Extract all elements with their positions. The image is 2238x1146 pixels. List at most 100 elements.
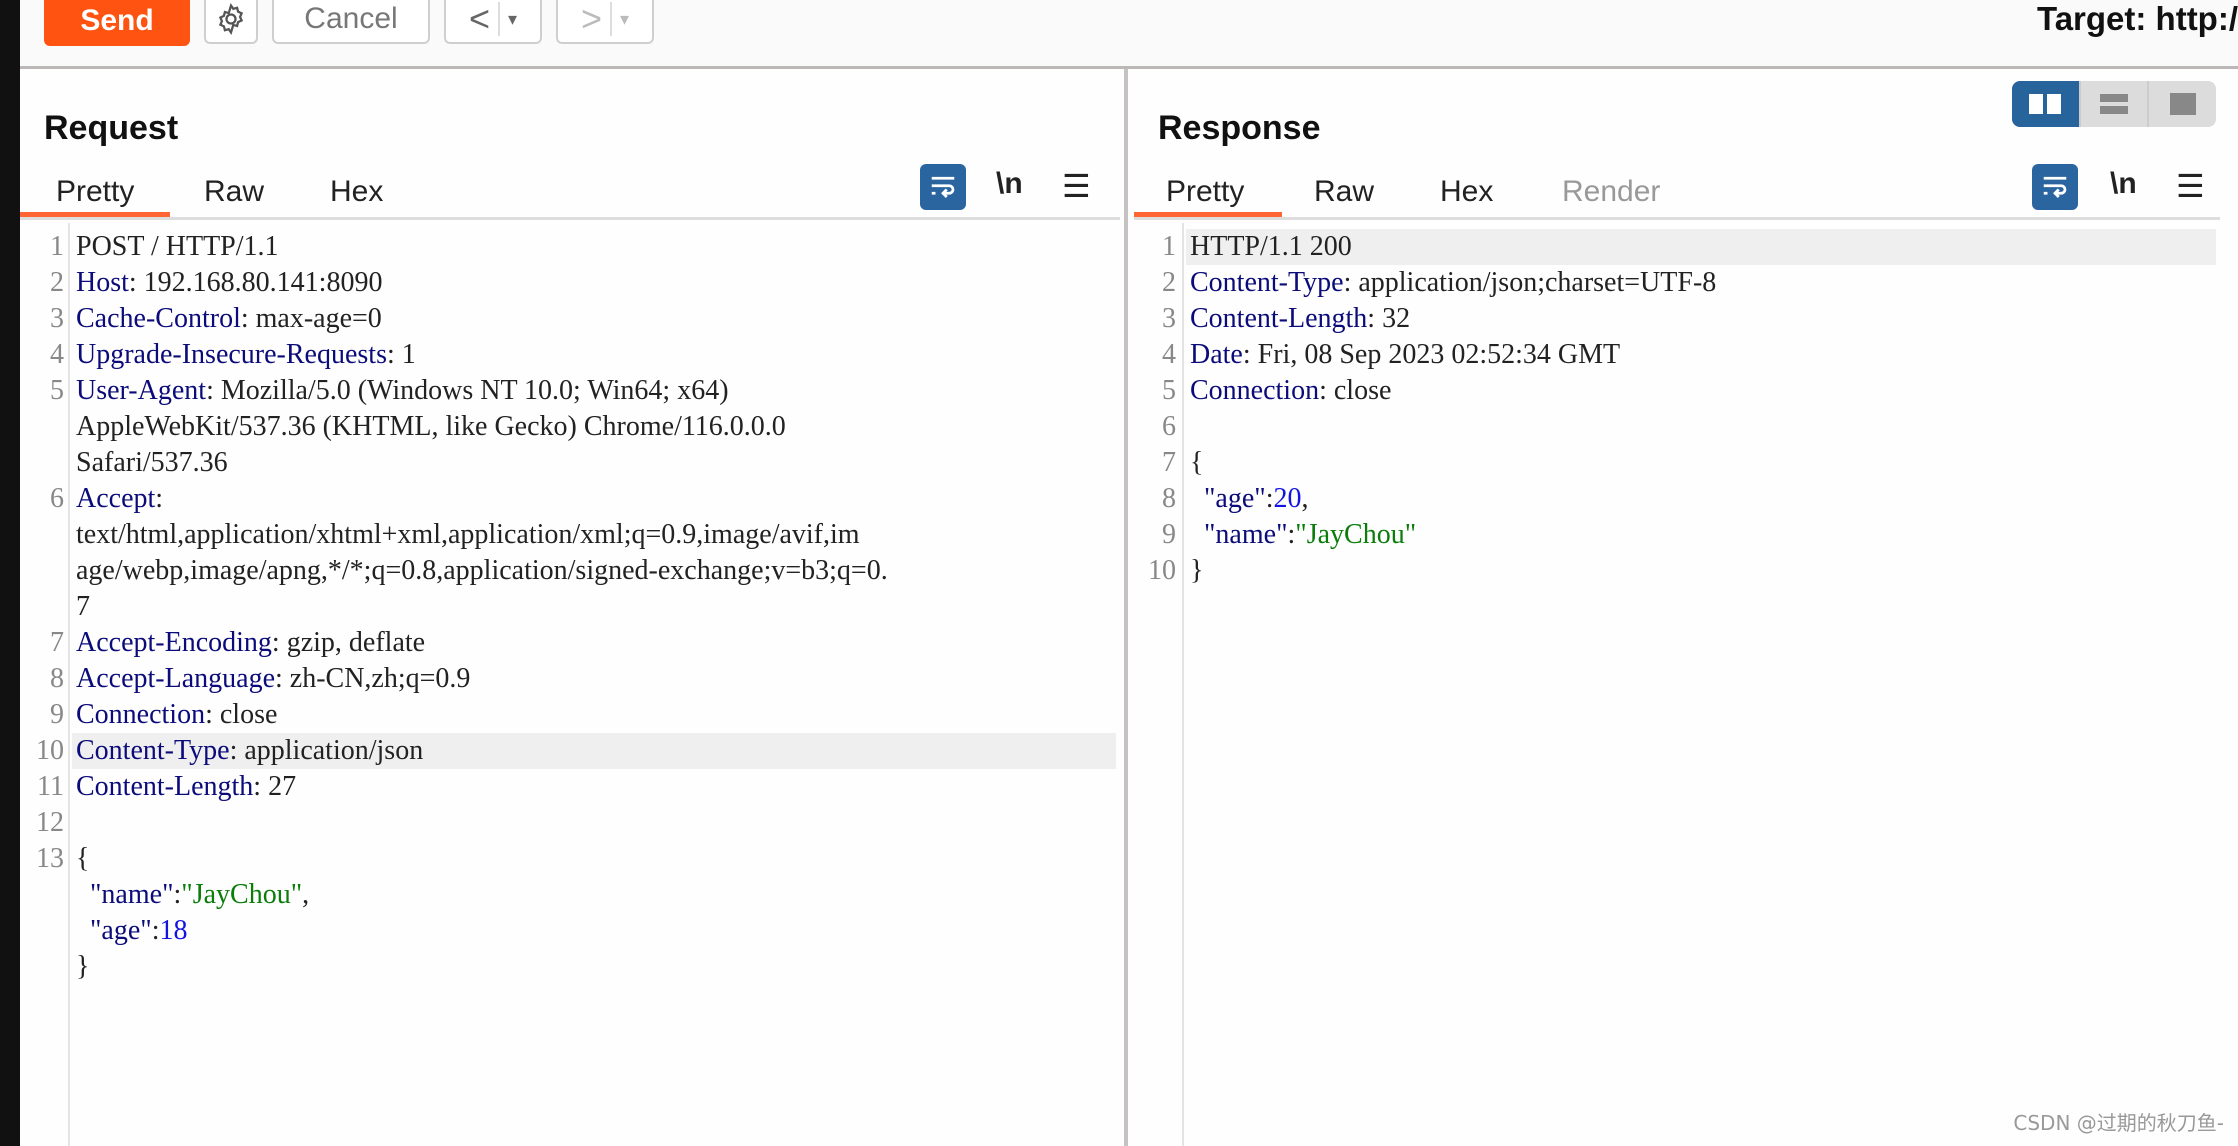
response-editor[interactable]: 1 HTTP/1.1 200 2 Content-Type: application/… (1128, 223, 2238, 1146)
code-key: "age" (1204, 483, 1266, 514)
word-wrap-toggle[interactable] (2032, 164, 2078, 210)
newline-toggle[interactable]: \n (2110, 167, 2137, 201)
code-number: 20 (1273, 483, 1302, 514)
code-key: Content-Length (1190, 303, 1368, 334)
code-key: User-Agent (76, 375, 207, 406)
code-text: } (1190, 555, 1204, 586)
code-text: : (1265, 483, 1274, 514)
code-text: : gzip, deflate (271, 627, 426, 658)
line-number: 13 (36, 843, 64, 874)
code-line: { (76, 841, 89, 877)
request-editor[interactable]: 1 POST / HTTP/1.1 2 Host: 192.168.80.141:80… (20, 223, 1124, 1146)
line-number: 7 (1162, 447, 1176, 478)
code-line: Connection: close (76, 697, 277, 733)
hamburger-menu-icon[interactable]: ☰ (2176, 167, 2205, 205)
tabs-divider (1134, 217, 2220, 220)
tab-render[interactable]: Render (1562, 169, 1660, 215)
separator (609, 2, 612, 36)
code-key: Date (1190, 339, 1243, 370)
code-text: : max-age=0 (240, 303, 382, 334)
code-text: text/html,application/xhtml+xml,applicat… (76, 519, 860, 550)
code-line: Accept-Encoding: gzip, deflate (76, 625, 425, 661)
cancel-label: Cancel (304, 2, 398, 35)
tab-pretty[interactable]: Pretty (56, 169, 134, 215)
line-number: 6 (50, 483, 64, 514)
line-number: 4 (1162, 339, 1176, 370)
word-wrap-icon (931, 176, 955, 198)
code-line: text/html,application/xhtml+xml,applicat… (76, 517, 860, 553)
layout-side-by-side-button[interactable] (2012, 81, 2081, 127)
layout-top-bottom-button[interactable] (2081, 81, 2150, 127)
toolbar: Send Cancel < ▾ > ▾ Target: http:/ (20, 0, 2238, 69)
chevron-right-icon: > (580, 0, 602, 39)
code-text: Safari/537.36 (76, 447, 228, 478)
line-number: 3 (50, 303, 64, 334)
code-key: Content-Type (76, 735, 230, 766)
tab-raw[interactable]: Raw (1314, 169, 1374, 215)
request-title: Request (44, 109, 179, 147)
hamburger-menu-icon[interactable]: ☰ (1062, 167, 1091, 205)
code-text: : 32 (1367, 303, 1411, 334)
code-line: Host: 192.168.80.141:8090 (76, 265, 382, 301)
code-line: "age":20, (1190, 481, 1309, 517)
code-line: Connection: close (1190, 373, 1391, 409)
tab-pretty[interactable]: Pretty (1166, 169, 1244, 215)
code-text: , (1301, 483, 1309, 514)
code-line: Accept: (76, 481, 163, 517)
code-key: "name" (90, 879, 174, 910)
line-number: 8 (50, 663, 64, 694)
send-button[interactable]: Send (44, 0, 190, 46)
code-line: User-Agent: Mozilla/5.0 (Windows NT 10.0… (76, 373, 729, 409)
code-key: Accept-Encoding (76, 627, 272, 658)
code-number: 18 (159, 915, 188, 946)
code-line: Cache-Control: max-age=0 (76, 301, 382, 337)
tab-hex[interactable]: Hex (1440, 169, 1493, 215)
dropdown-caret-icon[interactable]: ▾ (620, 9, 629, 30)
line-number: 4 (50, 339, 64, 370)
line-number: 10 (1148, 555, 1176, 586)
line-number: 1 (1162, 231, 1176, 262)
line-number: 9 (1162, 519, 1176, 550)
newline-toggle[interactable]: \n (996, 167, 1023, 201)
code-text: 7 (76, 591, 90, 622)
cancel-button[interactable]: Cancel (272, 0, 430, 44)
code-key: "age" (90, 915, 152, 946)
code-text: : close (205, 699, 278, 730)
code-text: : 192.168.80.141:8090 (128, 267, 383, 298)
forward-button[interactable]: > ▾ (556, 0, 654, 44)
settings-button[interactable] (204, 0, 258, 44)
window-edge (0, 0, 20, 1146)
back-button[interactable]: < ▾ (444, 0, 542, 44)
tabs-divider (20, 217, 1120, 220)
code-line: Content-Type: application/json (76, 733, 423, 769)
code-text: : (151, 915, 160, 946)
chevron-left-icon: < (468, 0, 490, 39)
response-title: Response (1158, 109, 1321, 147)
code-line: Content-Length: 27 (76, 769, 296, 805)
code-text: : 1 (386, 339, 416, 370)
line-number: 10 (36, 735, 64, 766)
code-line: "age":18 (76, 913, 188, 949)
code-text: age/webp,image/apng,*/*;q=0.8,applicatio… (76, 555, 888, 586)
code-text: : application/json;charset=UTF-8 (1343, 267, 1717, 298)
dropdown-caret-icon[interactable]: ▾ (508, 9, 517, 30)
code-line: 7 (76, 589, 90, 625)
columns-icon (2029, 94, 2062, 114)
word-wrap-icon (2043, 176, 2067, 198)
code-text: : (155, 483, 164, 514)
line-number: 1 (50, 231, 64, 262)
tab-hex[interactable]: Hex (330, 169, 383, 215)
target-label[interactable]: Target: http:/ (2037, 0, 2238, 38)
code-text: { (76, 843, 90, 874)
code-line: { (1190, 445, 1203, 481)
layout-single-button[interactable] (2149, 81, 2216, 127)
tab-raw[interactable]: Raw (204, 169, 264, 215)
word-wrap-toggle[interactable] (920, 164, 966, 210)
code-line: "name":"JayChou", (76, 877, 309, 913)
gear-icon (218, 2, 244, 36)
line-number: 11 (37, 771, 64, 802)
code-key: Host (76, 267, 129, 298)
code-text: HTTP/1.1 200 (1190, 231, 1352, 262)
